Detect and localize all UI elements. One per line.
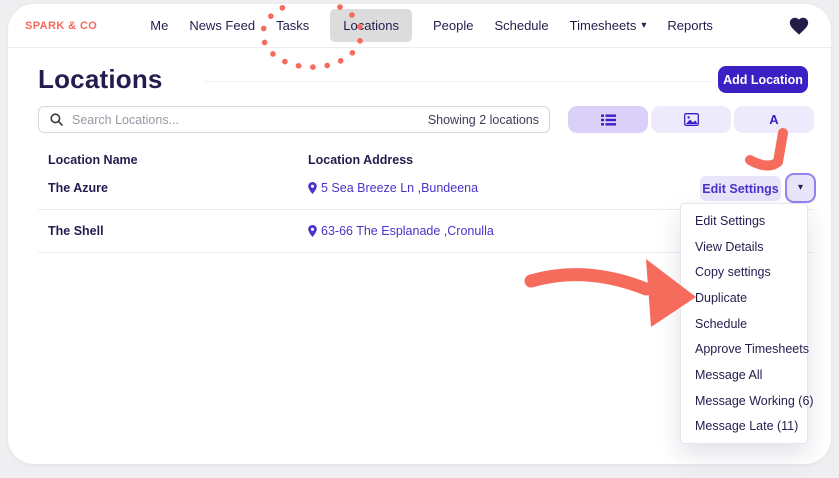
gallery-view-toggle[interactable] (651, 106, 731, 133)
app-window: SPARK & CO Me News Feed Tasks Locations … (8, 4, 831, 464)
nav-item-timesheets[interactable]: Timesheets ▾ (570, 18, 647, 33)
nav-item-me[interactable]: Me (150, 18, 168, 33)
location-name: The Azure (48, 181, 108, 195)
page-title: Locations (38, 64, 163, 95)
menu-item-edit-settings[interactable]: Edit Settings (681, 208, 807, 234)
menu-item-duplicate[interactable]: Duplicate (681, 285, 807, 311)
location-address-link[interactable]: 5 Sea Breeze Ln ,Bundeena (308, 181, 478, 195)
add-location-button[interactable]: Add Location (718, 66, 808, 93)
header-divider (204, 81, 712, 82)
menu-item-schedule[interactable]: Schedule (681, 311, 807, 337)
row-actions-dropdown-menu: Edit Settings View Details Copy settings… (680, 203, 808, 444)
search-input[interactable] (72, 113, 419, 127)
map-pin-icon (308, 182, 317, 194)
menu-item-message-working[interactable]: Message Working (6) (681, 388, 807, 414)
column-header-location-address: Location Address (308, 153, 413, 167)
menu-item-view-details[interactable]: View Details (681, 234, 807, 260)
list-view-icon (601, 114, 616, 126)
location-address-link[interactable]: 63-66 The Esplanade ,Cronulla (308, 224, 494, 238)
favorites-heart-button[interactable] (787, 15, 811, 37)
caret-down-icon: ▾ (798, 183, 803, 193)
search-icon (50, 113, 63, 126)
chevron-down-icon: ▾ (641, 21, 646, 31)
menu-item-message-all[interactable]: Message All (681, 362, 807, 388)
menu-item-copy-settings[interactable]: Copy settings (681, 259, 807, 285)
location-address-text: 63-66 The Esplanade ,Cronulla (321, 224, 494, 238)
result-count-label: Showing 2 locations (428, 113, 539, 127)
nav-item-timesheets-label: Timesheets (570, 18, 637, 33)
nav-item-people[interactable]: People (433, 18, 473, 33)
row-actions-caret-button[interactable]: ▾ (785, 173, 816, 203)
nav-item-reports[interactable]: Reports (667, 18, 713, 33)
heart-icon (787, 15, 811, 37)
list-view-toggle[interactable] (568, 106, 648, 133)
page-background: SPARK & CO Me News Feed Tasks Locations … (0, 0, 839, 478)
menu-item-message-late[interactable]: Message Late (11) (681, 413, 807, 439)
nav-item-tasks[interactable]: Tasks (276, 18, 309, 33)
top-navbar: SPARK & CO Me News Feed Tasks Locations … (8, 4, 831, 48)
nav-item-locations[interactable]: Locations (330, 9, 412, 42)
nav-item-schedule[interactable]: Schedule (494, 18, 548, 33)
nav-item-news-feed[interactable]: News Feed (189, 18, 255, 33)
map-pin-icon (308, 225, 317, 237)
gallery-view-icon (684, 113, 699, 126)
brand-logo: SPARK & CO (25, 20, 97, 32)
menu-item-approve-timesheets[interactable]: Approve Timesheets (681, 336, 807, 362)
location-address-text: 5 Sea Breeze Ln ,Bundeena (321, 181, 478, 195)
search-bar: Showing 2 locations (38, 106, 550, 133)
column-header-location-name: Location Name (48, 153, 138, 167)
location-name: The Shell (48, 224, 104, 238)
map-view-icon: A (769, 112, 778, 127)
map-view-toggle[interactable]: A (734, 106, 814, 133)
edit-settings-button[interactable]: Edit Settings (700, 176, 781, 201)
